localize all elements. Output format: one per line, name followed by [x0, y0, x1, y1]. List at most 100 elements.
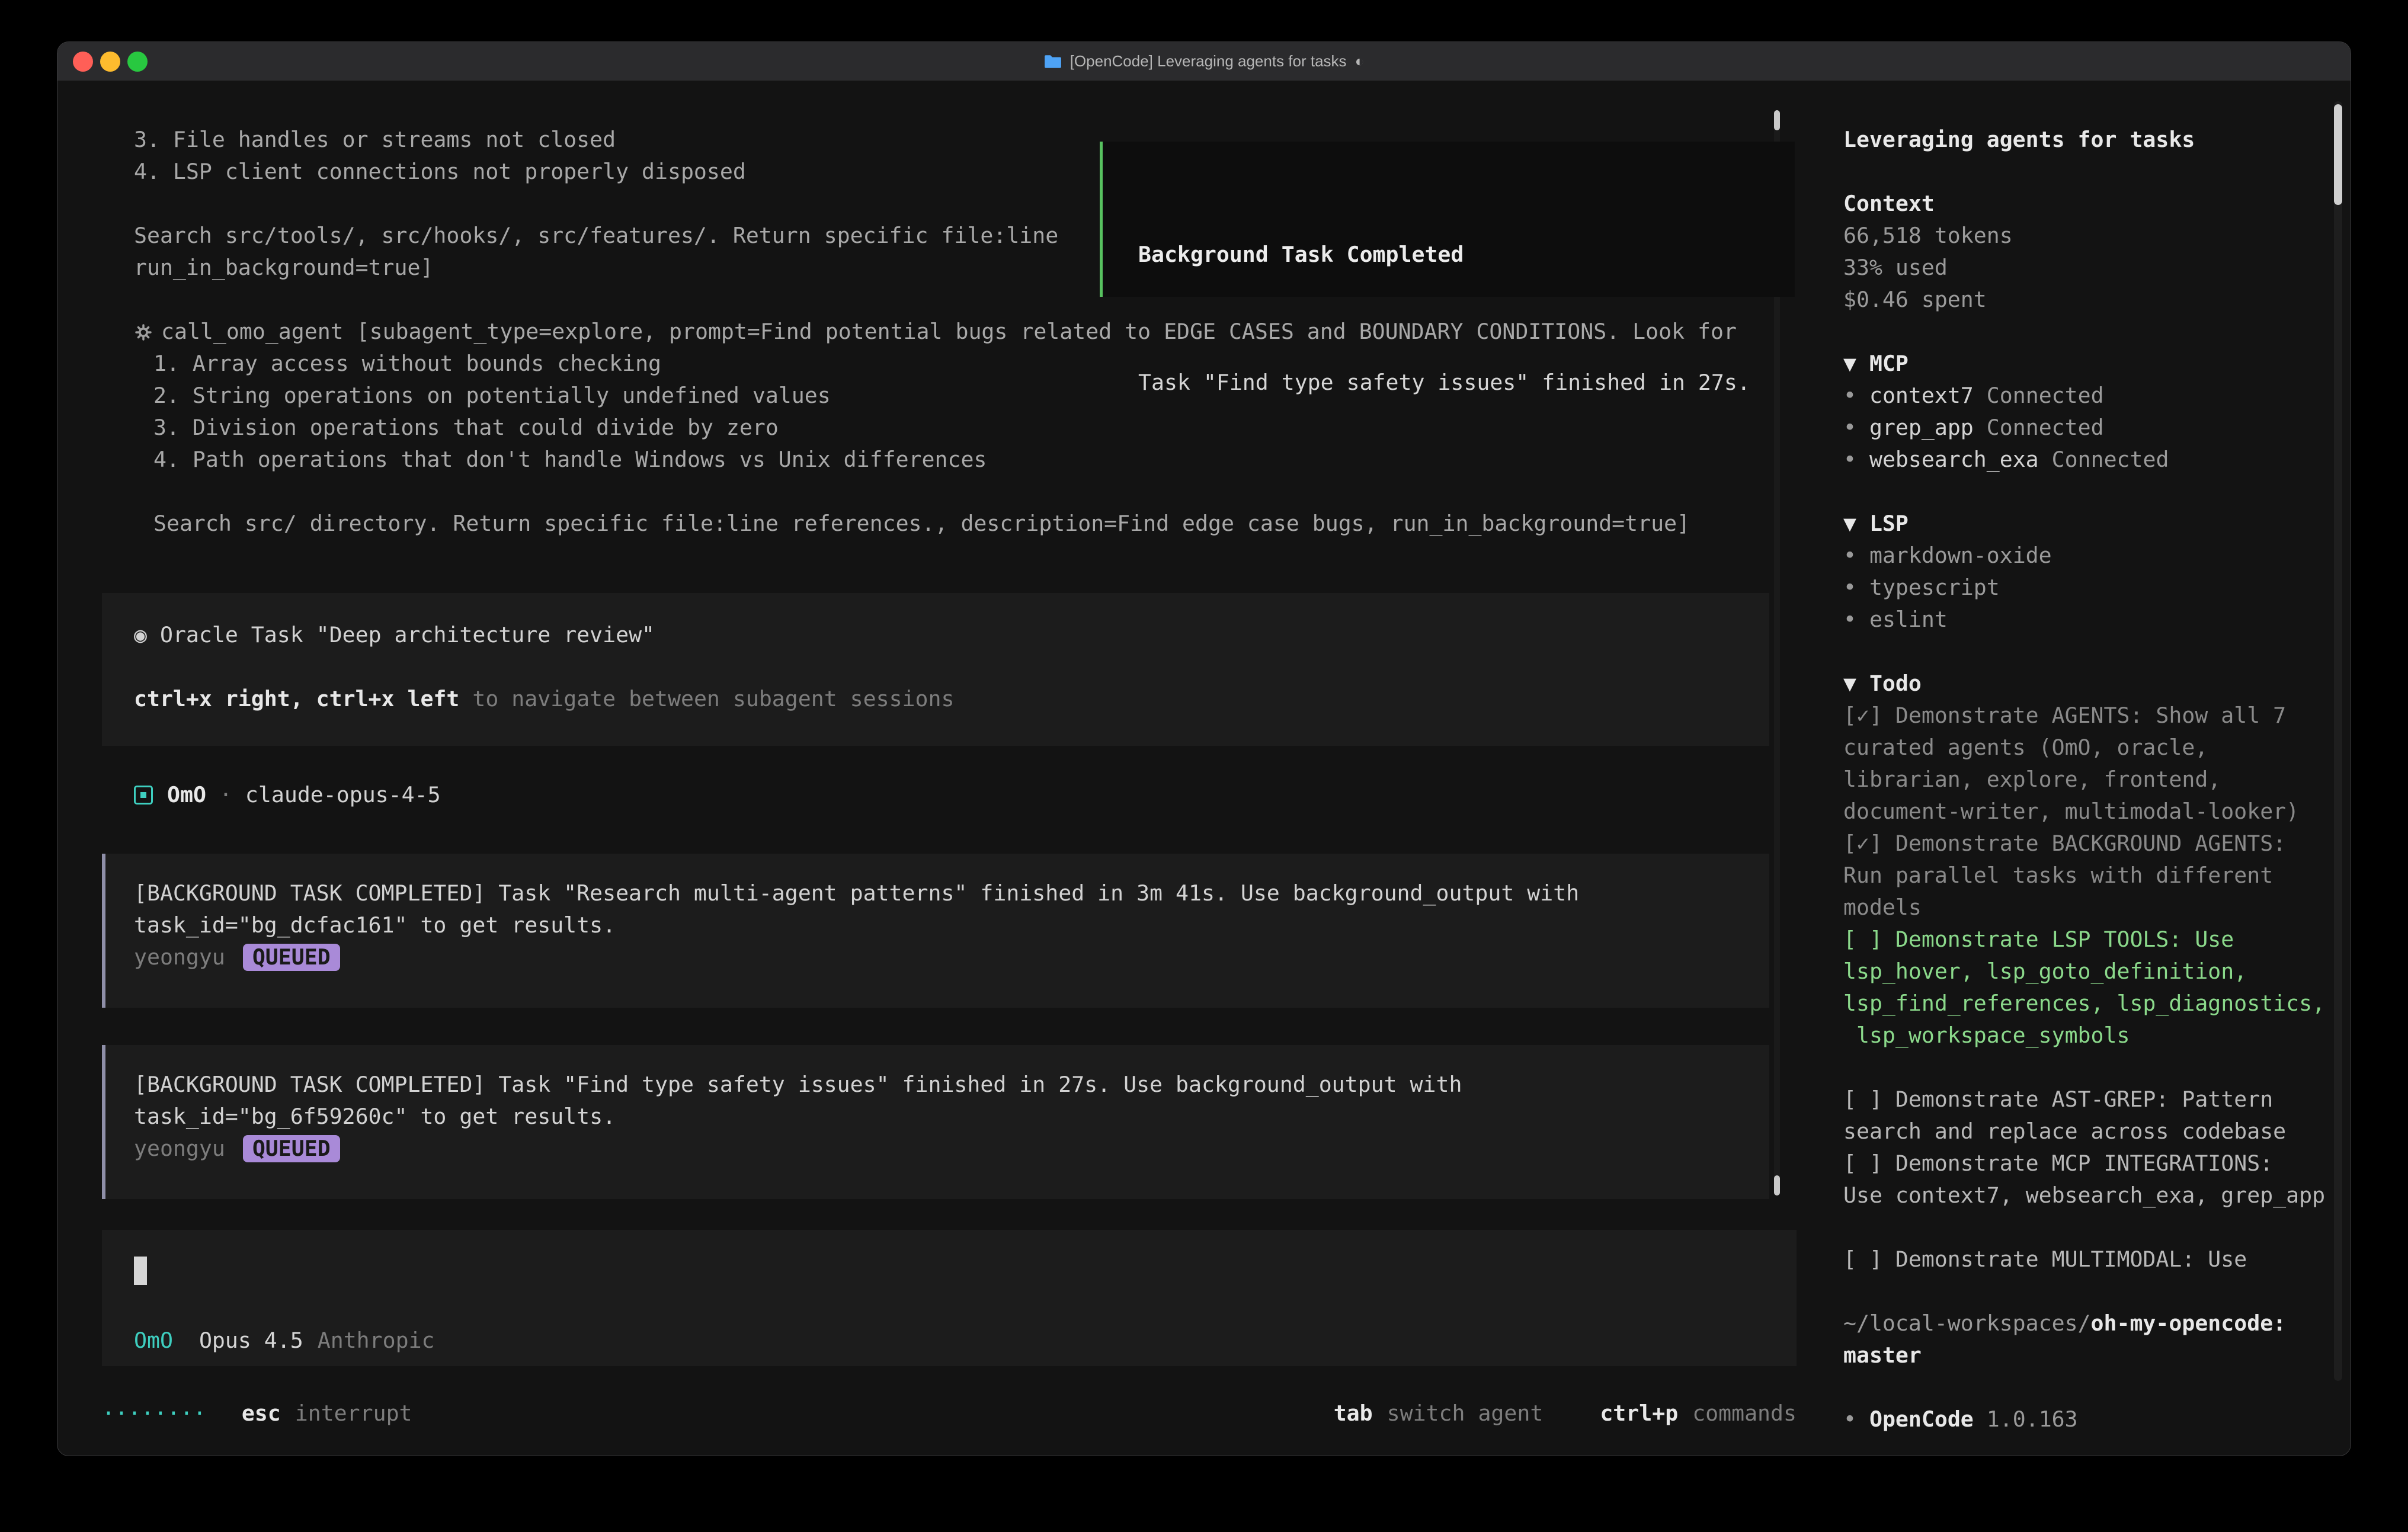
input-model-name: Opus 4.5	[199, 1328, 303, 1353]
status-badge: QUEUED	[243, 1135, 340, 1162]
titlebar[interactable]: [OpenCode] Leveraging agents for tasks ◐	[57, 42, 2351, 81]
todo-item-line: [ ] Demonstrate LSP TOOLS: Use	[1843, 924, 2351, 956]
blank-line	[102, 651, 1769, 683]
blank-line	[1843, 316, 2351, 348]
context-spent: $0.46 spent	[1843, 284, 2351, 316]
app-version: •OpenCode1.0.163	[1843, 1403, 2351, 1435]
notification-title: Background Task Completed	[1138, 239, 1795, 271]
todo-item-line: [ ] Demonstrate MCP INTEGRATIONS:	[1843, 1148, 2351, 1180]
workspace-path-prefix: ~/local-workspaces/	[1843, 1310, 2091, 1336]
tab-key-label: switch agent	[1387, 1398, 1544, 1430]
mcp-status: Connected	[2052, 447, 2169, 472]
blank-line	[1843, 1212, 2351, 1243]
agent-icon	[134, 786, 153, 805]
context-heading: Context	[1843, 188, 2351, 220]
separator-dot: ·	[219, 782, 232, 807]
mcp-item: •context7Connected	[1843, 380, 2351, 412]
todo-item-line: curated agents (OmO, oracle,	[1843, 732, 2351, 764]
lsp-name: typescript	[1869, 575, 2000, 600]
blank-line	[1843, 636, 2351, 668]
main-scrollbar-thumb[interactable]	[1774, 1175, 1780, 1196]
workspace-path: ~/local-workspaces/oh-my-opencode:	[1843, 1307, 2351, 1339]
ctrlp-key-hint: ctrl+p	[1600, 1398, 1678, 1430]
workspace-branch: master	[1843, 1339, 2351, 1371]
bullet-icon: •	[1843, 415, 1856, 440]
blank-line	[1843, 156, 2351, 188]
oracle-task-title: ◉Oracle Task "Deep architecture review"	[102, 619, 1769, 651]
version-number: 1.0.163	[1987, 1406, 2078, 1432]
mcp-name: websearch_exa	[1869, 447, 2039, 472]
input-agent-name: OmO	[134, 1328, 173, 1353]
agent-header: OmO · claude-opus-4-5	[57, 779, 1805, 811]
blank-line	[1843, 1052, 2351, 1084]
todo-item-line: [✓] Demonstrate AGENTS: Show all 7	[1843, 700, 2351, 732]
blank-line	[57, 476, 1805, 508]
esc-key-hint: esc	[242, 1398, 281, 1430]
bullet-icon: •	[1843, 575, 1856, 600]
todo-item-line: [ ] Demonstrate MULTIMODAL: Use	[1843, 1243, 2351, 1275]
lsp-section-heading[interactable]: ▼ LSP	[1843, 508, 2351, 540]
blank-line	[1843, 1371, 2351, 1403]
todo-item-line: document-writer, multimodal-looker)	[1843, 796, 2351, 828]
mcp-item: • grep_app Connected	[1843, 412, 2351, 444]
background-task-message: [BACKGROUND TASK COMPLETED] Task "Find t…	[102, 1045, 1769, 1199]
task-message-meta: yeongyu QUEUED	[105, 941, 1769, 973]
todo-item-line: lsp_workspace_symbols	[1843, 1020, 2351, 1052]
lsp-name: markdown-oxide	[1869, 543, 2052, 568]
main-scrollbar-thumb[interactable]	[1774, 110, 1780, 130]
todo-item-line: models	[1843, 892, 2351, 924]
sidebar: Leveraging agents for tasks Context 66,5…	[1786, 81, 2351, 1456]
oracle-task-card: ◉Oracle Task "Deep architecture review" …	[102, 593, 1769, 746]
session-indicator-icon: ◐	[1355, 52, 1365, 70]
todo-item-line: [ ] Demonstrate AST-GREP: Pattern	[1843, 1084, 2351, 1116]
mcp-item: •websearch_exaConnected	[1843, 444, 2351, 476]
username: yeongyu	[134, 944, 225, 970]
prompt-input[interactable]: OmO Opus 4.5 Anthropic	[102, 1230, 1797, 1366]
esc-key-label: interrupt	[295, 1398, 412, 1430]
status-badge: QUEUED	[243, 944, 340, 971]
agent-model: claude-opus-4-5	[245, 782, 441, 807]
folder-icon	[1044, 55, 1062, 69]
task-message-line: task_id="bg_6f59260c" to get results.	[105, 1101, 1769, 1133]
username: yeongyu	[134, 1136, 225, 1161]
lsp-item: • typescript	[1843, 572, 2351, 604]
mcp-name: grep_app	[1869, 415, 1974, 440]
keybinding-text: ctrl+x right, ctrl+x left	[134, 686, 459, 711]
todo-item-line: search and replace across codebase	[1843, 1116, 2351, 1148]
window-title-text: [OpenCode] Leveraging agents for tasks	[1070, 52, 1347, 70]
zoom-button[interactable]	[127, 52, 148, 72]
bullet-icon: •	[1843, 383, 1856, 408]
ctrlp-key-label: commands	[1692, 1398, 1797, 1430]
todo-item-line: [✓] Demonstrate BACKGROUND AGENTS:	[1843, 828, 2351, 860]
sidebar-scrollbar-track[interactable]	[2334, 101, 2342, 1381]
spinner-dots: ········	[102, 1398, 206, 1430]
traffic-lights	[73, 52, 148, 72]
input-provider-name: Anthropic	[318, 1328, 435, 1353]
status-bar: ········ esc interrupt tab switch agent …	[102, 1398, 1797, 1430]
input-meta: OmO Opus 4.5 Anthropic	[134, 1325, 435, 1357]
window-title: [OpenCode] Leveraging agents for tasks ◐	[1044, 52, 1365, 70]
session-title: Leveraging agents for tasks	[1843, 124, 2351, 156]
close-button[interactable]	[73, 52, 93, 72]
app-name: OpenCode	[1869, 1406, 1974, 1432]
oracle-task-title-text: Oracle Task "Deep architecture review"	[160, 622, 655, 648]
todo-section-heading[interactable]: ▼ Todo	[1843, 668, 2351, 700]
mcp-section-heading[interactable]: ▼ MCP	[1843, 348, 2351, 380]
notification-toast[interactable]: Background Task Completed Task "Find typ…	[1100, 142, 1795, 297]
todo-item-line: Use context7, websearch_exa, grep_app	[1843, 1180, 2351, 1212]
background-task-message: [BACKGROUND TASK COMPLETED] Task "Resear…	[102, 854, 1769, 1008]
task-message-line: [BACKGROUND TASK COMPLETED] Task "Resear…	[105, 877, 1769, 909]
minimize-button[interactable]	[100, 52, 120, 72]
notification-body: Task "Find type safety issues" finished …	[1138, 367, 1795, 399]
task-message-meta: yeongyu QUEUED	[105, 1133, 1769, 1165]
todo-item-line: librarian, explore, frontend,	[1843, 764, 2351, 796]
mcp-name: context7	[1869, 383, 1974, 408]
agent-name: OmO	[167, 782, 206, 807]
bullet-icon: •	[1843, 543, 1856, 568]
mcp-status: Connected	[1987, 415, 2104, 440]
lsp-name: eslint	[1869, 607, 1948, 632]
tool-call-footer: Search src/ directory. Return specific f…	[57, 508, 1805, 540]
sidebar-scrollbar-thumb[interactable]	[2334, 104, 2342, 205]
hint-text: to navigate between subagent sessions	[472, 686, 954, 711]
context-tokens: 66,518 tokens	[1843, 220, 2351, 252]
